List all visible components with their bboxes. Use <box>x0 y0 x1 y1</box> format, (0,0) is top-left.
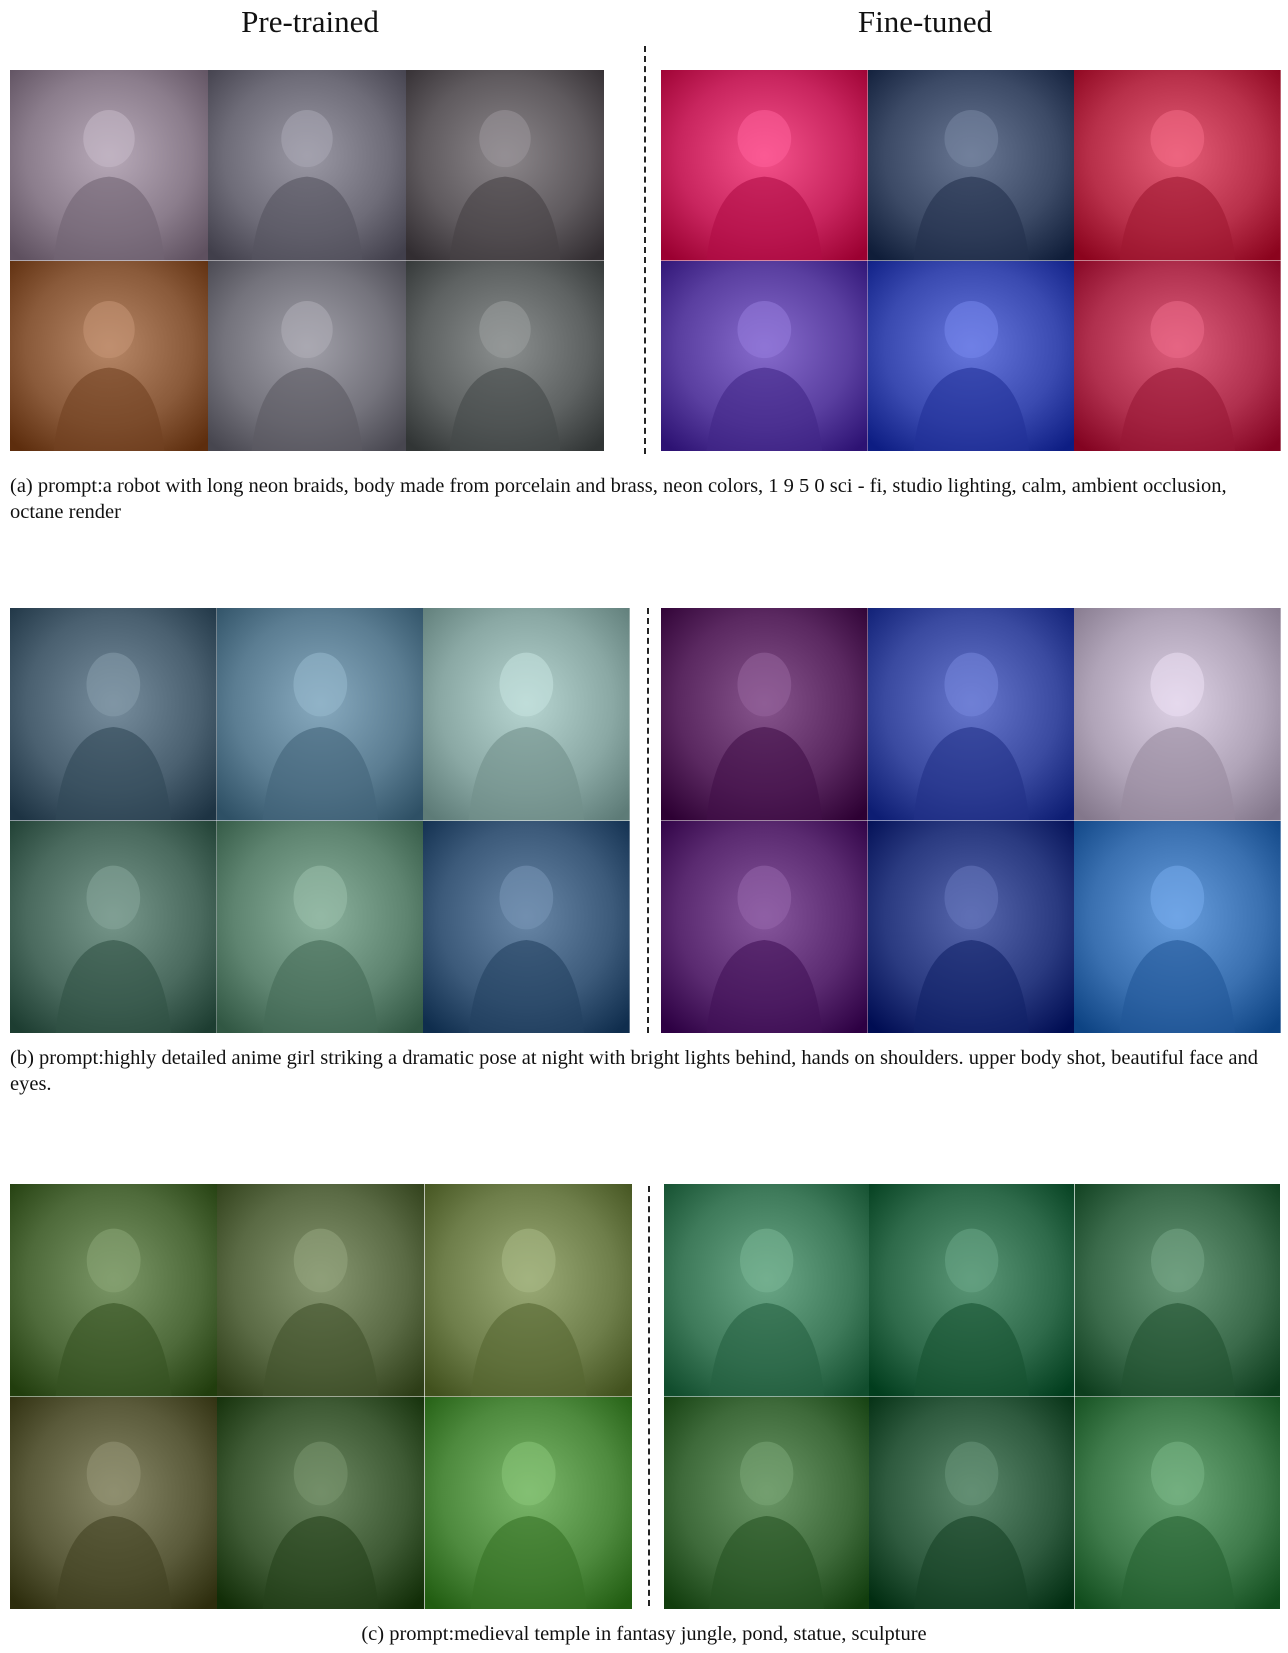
panel-a-finetuned-image-3 <box>1074 70 1281 261</box>
panel-b-finetuned-grid <box>661 608 1281 1033</box>
panel-a-pretrained-grid <box>10 70 604 451</box>
panel-b-caption: (b) prompt:highly detailed anime girl st… <box>10 1047 1258 1095</box>
panel-c-finetuned-image-6 <box>1074 1396 1280 1609</box>
panel-b-finetuned-image-4 <box>661 820 868 1033</box>
panel-b-finetuned-image-6 <box>1074 820 1281 1033</box>
panel-c-finetuned-image-3 <box>1074 1184 1280 1397</box>
panel-c-pretrained-image-6 <box>424 1396 632 1609</box>
panel-c-finetuned-grid <box>664 1184 1280 1609</box>
panel-a-pretrained-image-5 <box>208 260 406 451</box>
panel-c-pretrained-image-4 <box>10 1396 218 1609</box>
panel-b-pretrained-image-1 <box>10 608 217 821</box>
panel-c-finetuned-image-1 <box>664 1184 870 1397</box>
panel-b-finetuned-image-1 <box>661 608 868 821</box>
panel-b-divider <box>647 608 649 1033</box>
panel-c-pretrained-image-1 <box>10 1184 218 1397</box>
panel-c-pretrained-grid <box>10 1184 632 1609</box>
panel-b-pretrained-grid <box>10 608 630 1033</box>
panel-a-pretrained-image-3 <box>406 70 604 261</box>
panel-b-finetuned-image-3 <box>1074 608 1281 821</box>
panel-a-pretrained-image-1 <box>10 70 208 261</box>
panel-a-finetuned-image-1 <box>661 70 868 261</box>
panel-b-finetuned-image-2 <box>867 608 1075 821</box>
panel-c-caption: (c) prompt:medieval temple in fantasy ju… <box>361 1623 927 1645</box>
panel-c-pretrained-image-2 <box>217 1184 425 1397</box>
panel-b-pretrained-image-2 <box>216 608 424 821</box>
panel-c-finetuned-image-2 <box>869 1184 1075 1397</box>
panel-b-finetuned-image-5 <box>867 820 1075 1033</box>
heading-pretrained: Pre-trained <box>241 4 379 39</box>
panel-c-finetuned-image-5 <box>869 1396 1075 1609</box>
panel-a-finetuned-image-6 <box>1074 260 1281 451</box>
panel-a-finetuned-image-5 <box>867 260 1075 451</box>
panel-b-pretrained-image-4 <box>10 820 217 1033</box>
panel-a-pretrained-image-6 <box>406 260 604 451</box>
panel-b-pretrained-image-6 <box>423 820 630 1033</box>
panel-a-finetuned-grid <box>661 70 1281 451</box>
panel-c-pretrained-image-3 <box>424 1184 632 1397</box>
panel-a-caption: (a) prompt:a robot with long neon braids… <box>10 475 1227 523</box>
heading-finetuned: Fine-tuned <box>857 4 993 39</box>
panel-b-pretrained-image-3 <box>423 608 630 821</box>
panel-b-pretrained-image-5 <box>216 820 424 1033</box>
panel-a-divider <box>644 46 646 454</box>
panel-a-pretrained-image-4 <box>10 260 208 451</box>
panel-c-pretrained-image-5 <box>217 1396 425 1609</box>
panel-a-finetuned-image-2 <box>867 70 1075 261</box>
panel-a-pretrained-image-2 <box>208 70 406 261</box>
panel-c-finetuned-image-4 <box>664 1396 870 1609</box>
panel-c-divider <box>648 1186 650 1606</box>
panel-a-finetuned-image-4 <box>661 260 868 451</box>
